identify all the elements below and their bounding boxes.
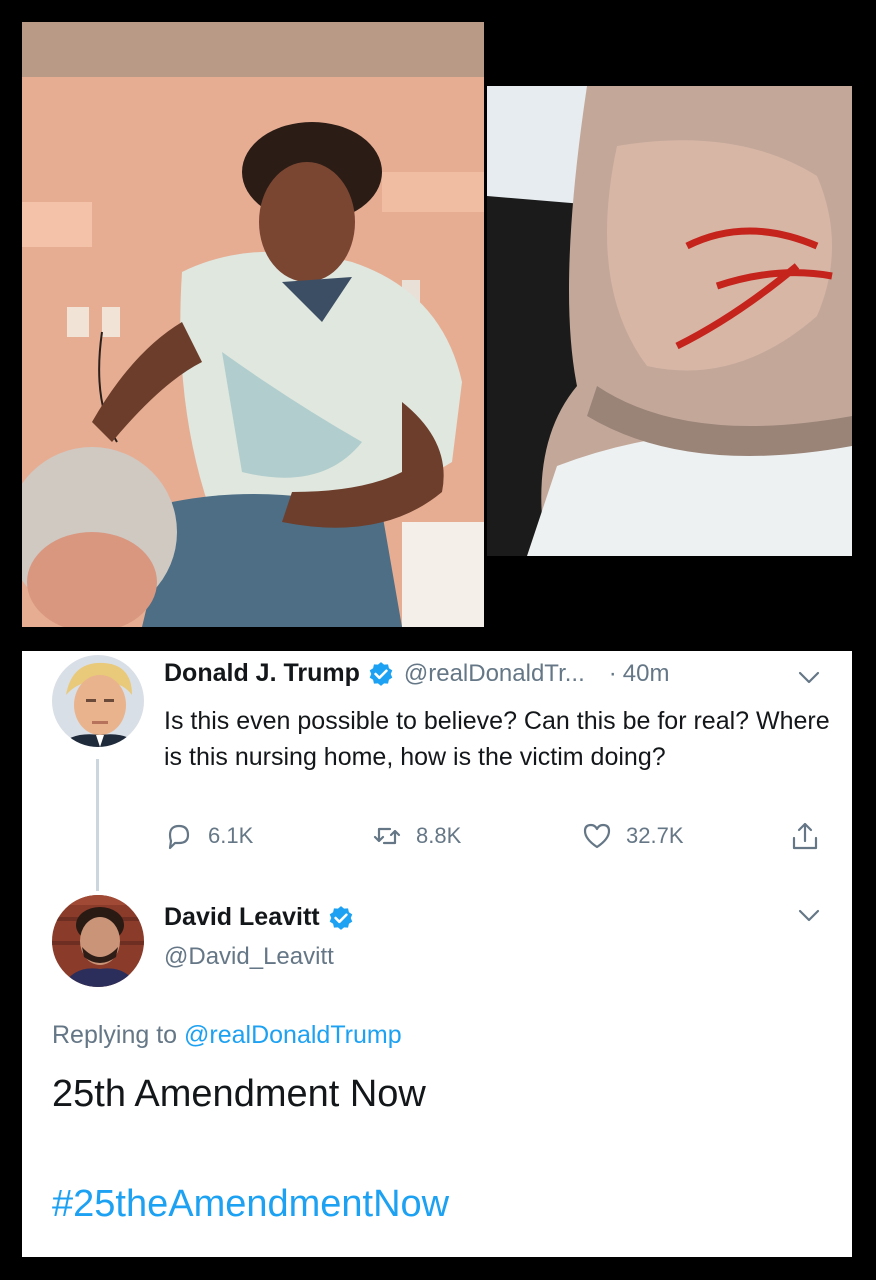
heart-icon xyxy=(583,823,611,849)
share-icon xyxy=(792,822,818,850)
retweet-button[interactable]: 8.8K xyxy=(372,821,461,851)
tweet-timestamp[interactable]: 40m xyxy=(623,660,670,688)
author-handle[interactable]: @realDonaldTr... xyxy=(404,660,585,688)
share-button[interactable] xyxy=(790,821,834,851)
reply-count: 6.1K xyxy=(208,823,254,848)
hashtag-link[interactable]: #25theAmendmentNow xyxy=(52,1183,449,1226)
reply-button[interactable]: 6.1K xyxy=(164,821,253,851)
trump-avatar[interactable] xyxy=(52,655,144,747)
author-name[interactable]: Donald J. Trump xyxy=(164,659,360,688)
reply-author-name[interactable]: David Leavitt xyxy=(164,903,320,932)
tweet-text: Is this even possible to believe? Can th… xyxy=(164,707,830,771)
verified-badge-icon xyxy=(369,661,393,686)
like-count: 32.7K xyxy=(626,823,684,848)
replying-to-mention[interactable]: @realDonaldTrump xyxy=(184,1021,402,1049)
reply-header: David Leavitt xyxy=(164,903,354,932)
photo-injured-face[interactable] xyxy=(487,86,852,556)
reply-handle-row: @David_Leavitt xyxy=(164,943,334,971)
verified-badge-icon xyxy=(329,905,352,930)
replying-prefix: Replying to xyxy=(52,1021,178,1049)
chevron-down-icon[interactable] xyxy=(798,909,820,923)
reply-text: 25th Amendment Now xyxy=(52,1073,426,1115)
leavitt-avatar[interactable] xyxy=(52,895,144,987)
thread-line xyxy=(96,759,99,891)
retweet-icon xyxy=(373,827,401,845)
retweet-count: 8.8K xyxy=(416,823,462,848)
reply-author-handle[interactable]: @David_Leavitt xyxy=(164,943,334,971)
like-button[interactable]: 32.7K xyxy=(582,821,684,851)
photo-assault-scene[interactable] xyxy=(22,22,484,627)
separator-dot: · xyxy=(608,659,617,687)
tweet-card: Donald J. Trump @realDonaldTr... · 40m I… xyxy=(22,651,852,1257)
replying-to-line: Replying to @realDonaldTrump xyxy=(52,1021,402,1050)
chevron-down-icon[interactable] xyxy=(798,671,820,685)
reply-icon xyxy=(168,824,190,850)
tweet-header: Donald J. Trump @realDonaldTr... · 40m xyxy=(164,659,669,688)
